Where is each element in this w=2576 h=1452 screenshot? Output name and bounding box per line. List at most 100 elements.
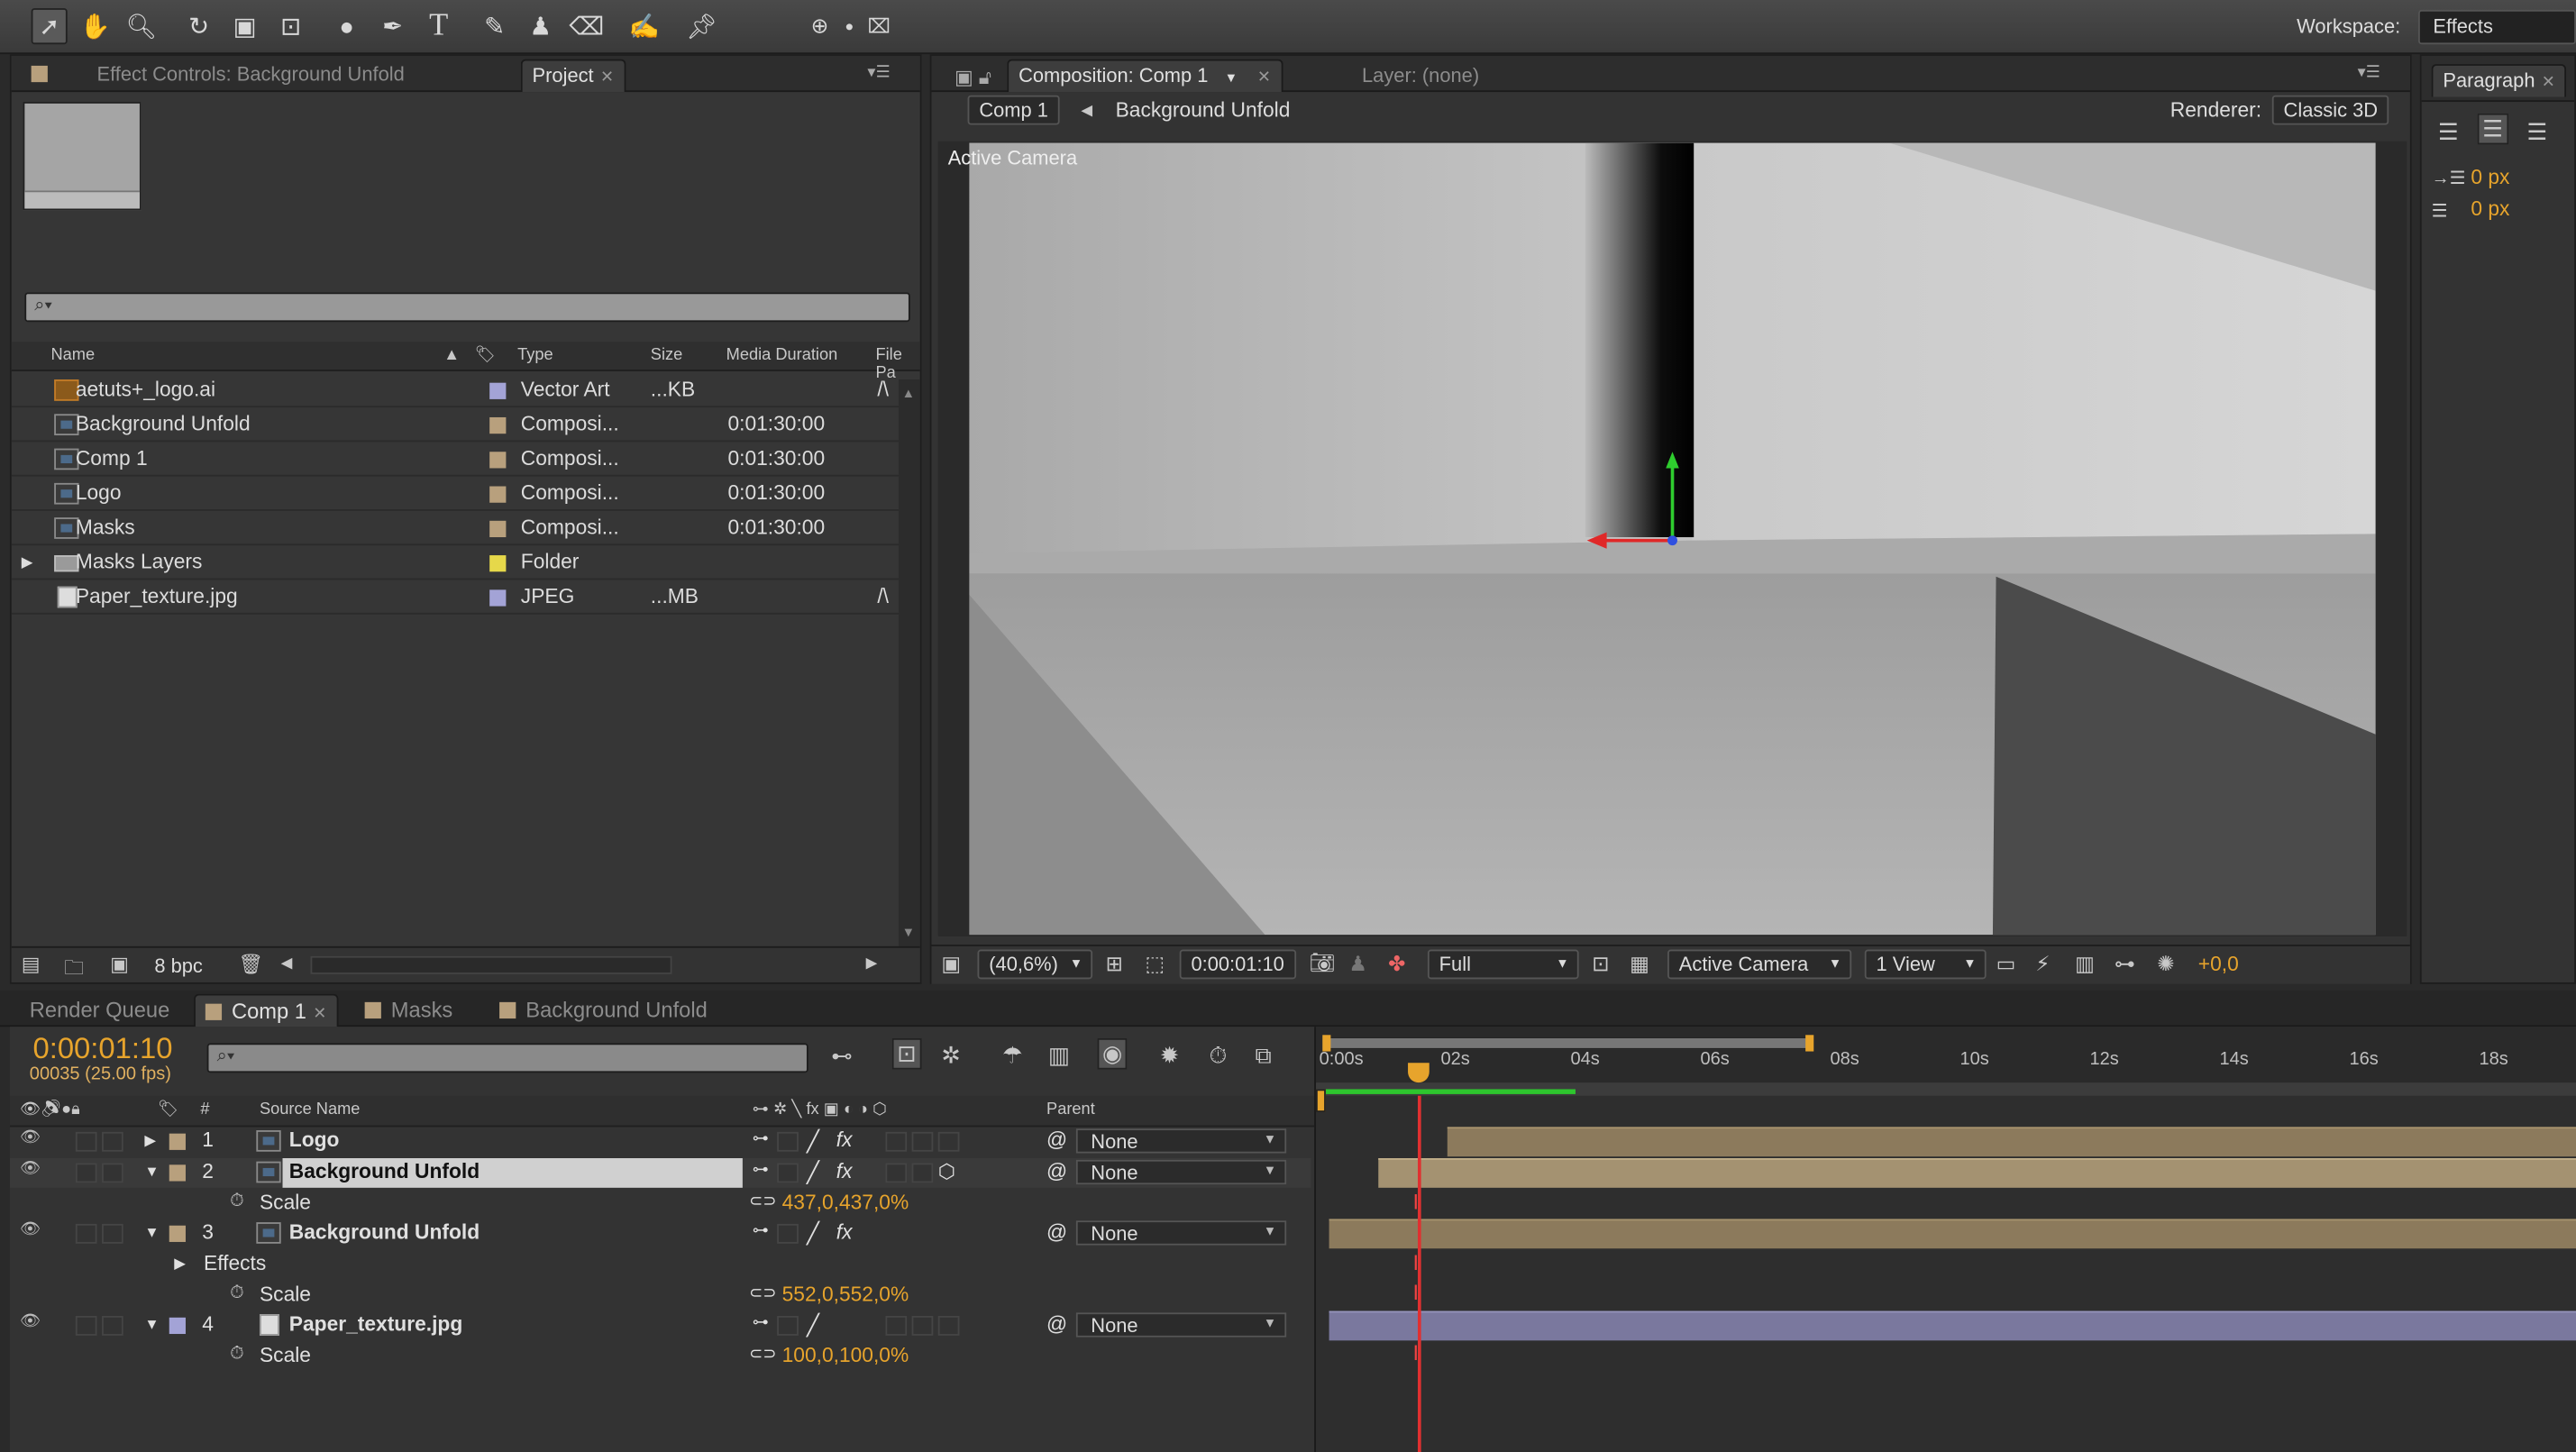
selection-tool-icon[interactable]: ➚ — [31, 8, 68, 45]
table-row[interactable]: 👁︎ ▼ 4 Paper_texture.jpg ⊶ ╱ @ None — [10, 1311, 1311, 1341]
transparency-grid-icon[interactable]: ▦ — [1630, 951, 1649, 976]
label-swatch[interactable] — [169, 1225, 186, 1242]
mask-visibility-icon[interactable]: ⬚ — [1145, 951, 1165, 976]
show-snapshot-icon[interactable]: ♟ — [1348, 951, 1366, 976]
visibility-eye-icon[interactable]: 👁︎ — [20, 1312, 41, 1330]
resolution-select[interactable]: Full ▼ — [1427, 949, 1579, 980]
project-search-input[interactable]: ⌕▾ — [24, 292, 910, 323]
brush-tool-icon[interactable]: ✎ — [477, 8, 513, 44]
video-switch-icon[interactable]: 👁︎🔊︎●🔒︎ — [20, 1100, 80, 1119]
layer-bar-paper-texture[interactable] — [1329, 1310, 2576, 1341]
project-vertical-scrollbar[interactable]: ▲ ▼ — [899, 379, 920, 946]
hand-tool-icon[interactable]: ✋ — [78, 8, 114, 44]
fast-previews-icon[interactable]: ⚡︎ — [2035, 951, 2050, 976]
solo-toggle[interactable] — [75, 1315, 97, 1336]
label-swatch[interactable] — [489, 452, 507, 469]
table-row[interactable]: 👁︎ ▼ 3 Background Unfold ⊶ ╱ fx @ None — [10, 1219, 1311, 1248]
timeline-icon[interactable]: ▥ — [2075, 951, 2095, 976]
snapshot-camera-icon[interactable]: 📷︎ — [1310, 951, 1336, 975]
tab-project[interactable]: Project ✕ — [520, 59, 626, 93]
label-swatch[interactable] — [489, 555, 507, 572]
view-axis-icon[interactable]: ⌧ — [861, 8, 897, 44]
quality-switch[interactable] — [777, 1163, 799, 1183]
quality-switch[interactable] — [777, 1315, 799, 1336]
parent-dropdown[interactable]: None — [1075, 1128, 1287, 1154]
close-icon[interactable]: ✕ — [2542, 74, 2555, 92]
label-swatch[interactable] — [489, 486, 507, 503]
keyframe-marker[interactable]: I — [1413, 1341, 1423, 1365]
close-icon[interactable]: ✕ — [1257, 69, 1271, 87]
collapse-switch-icon[interactable]: ⊶ — [753, 1314, 769, 1332]
lock-toggle[interactable] — [102, 1223, 123, 1244]
list-item[interactable]: ▶ Masks Layers Folder — [11, 545, 900, 580]
label-swatch[interactable] — [169, 1164, 186, 1182]
col-media-duration[interactable]: Media Duration — [726, 347, 838, 365]
list-item[interactable]: Paper_texture.jpg JPEG ...MB /\ — [11, 580, 900, 615]
list-item[interactable]: Background Unfold Composi... 0:01:30:00 — [11, 407, 900, 443]
collapse-switch-icon[interactable]: ⊶ — [753, 1130, 769, 1148]
label-column-icon[interactable]: 🏷︎ — [158, 1100, 178, 1119]
expand-triangle-icon[interactable]: ▶ — [174, 1256, 186, 1274]
always-preview-icon[interactable]: ▣ — [941, 951, 961, 976]
time-ruler[interactable]: 0:00s 02s 04s 06s 08s 10s 12s 14s 16s 18… — [1315, 1027, 2576, 1112]
indent-left-value[interactable]: 0 px — [2471, 166, 2509, 189]
col-source-name[interactable]: Source Name — [260, 1100, 360, 1119]
label-swatch[interactable] — [169, 1317, 186, 1335]
timeline-graph[interactable]: 0:00s 02s 04s 06s 08s 10s 12s 14s 16s 18… — [1314, 1027, 2576, 1452]
work-area-bar[interactable] — [1322, 1036, 1813, 1050]
grid-guides-icon[interactable]: ⊞ — [1106, 951, 1123, 976]
new-folder-icon[interactable]: 🗀︎ — [64, 953, 84, 987]
property-row[interactable]: ⏱︎ Scale ⊂⊃ 100,0,100,0% — [10, 1342, 1311, 1372]
comp-mini-flowchart-icon[interactable]: ⊷ — [831, 1043, 853, 1069]
expand-triangle-icon[interactable]: ▶ — [144, 1132, 156, 1150]
indent-first-line-value[interactable]: 0 px — [2471, 197, 2509, 221]
quality-line-icon[interactable]: ╱ — [807, 1220, 819, 1246]
scroll-up-icon[interactable]: ▲ — [902, 386, 915, 400]
live-update-icon[interactable]: ⊡ — [891, 1037, 922, 1070]
graph-editor-icon[interactable]: ⧉ — [1256, 1042, 1272, 1070]
group-row[interactable]: ▶ Effects — [10, 1250, 1311, 1280]
lock-toggle[interactable] — [102, 1131, 123, 1152]
constrain-link-icon[interactable]: ⊂⊃ — [749, 1192, 777, 1210]
breadcrumb-current[interactable]: Comp 1 — [967, 95, 1060, 125]
close-icon[interactable]: ✕ — [313, 1005, 326, 1023]
keyframe-marker[interactable]: I — [1413, 1281, 1423, 1305]
align-center-icon[interactable]: ☰ — [2477, 113, 2508, 145]
type-tool-icon[interactable]: T — [421, 8, 457, 44]
switch-box[interactable] — [885, 1163, 908, 1183]
switch-box[interactable] — [885, 1131, 908, 1152]
motion-blur-icon[interactable]: ◉ — [1097, 1037, 1128, 1070]
list-item[interactable]: Logo Composi... 0:01:30:00 — [11, 477, 900, 511]
switch-box[interactable] — [911, 1315, 934, 1336]
panel-menu-icon[interactable]: ▾☰ — [2358, 64, 2380, 82]
pickwhip-icon[interactable]: @ — [1046, 1128, 1067, 1152]
tab-masks[interactable]: Masks — [355, 994, 463, 1027]
new-composition-icon[interactable]: ▣ — [110, 953, 129, 976]
current-time-field[interactable]: 0:00:01:10 — [1179, 949, 1296, 980]
pan-behind-tool-icon[interactable]: ⊡ — [273, 8, 309, 44]
pen-tool-icon[interactable]: ✒ — [375, 8, 411, 44]
puppet-pin-tool-icon[interactable]: 📌︎ — [683, 8, 719, 44]
ellipse-tool-icon[interactable]: ● — [329, 8, 365, 44]
tab-comp-1[interactable]: Comp 1 ✕ — [194, 993, 339, 1027]
layer-name[interactable]: Paper_texture.jpg — [289, 1312, 462, 1336]
switch-box[interactable] — [937, 1131, 960, 1152]
solo-toggle[interactable] — [75, 1223, 97, 1244]
lock-icon[interactable]: ▣ 🔓︎ — [945, 62, 1001, 95]
align-left-icon[interactable]: ☰ — [2438, 118, 2459, 146]
stopwatch-icon[interactable]: ⏱︎ — [230, 1191, 244, 1212]
fx-switch-icon[interactable]: fx — [836, 1160, 853, 1183]
toggle-pixel-aspect-icon[interactable]: ▭ — [1996, 951, 2016, 976]
roto-brush-tool-icon[interactable]: ✍ — [626, 8, 662, 44]
label-swatch[interactable] — [169, 1133, 186, 1150]
collapse-triangle-icon[interactable]: ▼ — [144, 1163, 159, 1179]
3d-layer-cube-icon[interactable]: ⬡ — [938, 1160, 955, 1183]
switches-icons[interactable]: ⊶ ✲ ╲ fx ▣ ◐ ◑ ⬡ — [753, 1100, 887, 1119]
table-row[interactable]: 👁︎ ▼ 2 Background Unfold ⊶ ╱ fx ⬡ @ None — [9, 1158, 1311, 1188]
scroll-down-icon[interactable]: ▼ — [902, 925, 915, 939]
camera-tool-icon[interactable]: ▣ — [227, 8, 263, 44]
property-row[interactable]: ⏱︎ Scale ⊂⊃ 552,0,552,0% — [10, 1282, 1311, 1311]
renderer-button[interactable]: Classic 3D — [2271, 95, 2389, 125]
col-size[interactable]: Size — [651, 347, 682, 365]
quality-switch[interactable] — [777, 1223, 799, 1244]
